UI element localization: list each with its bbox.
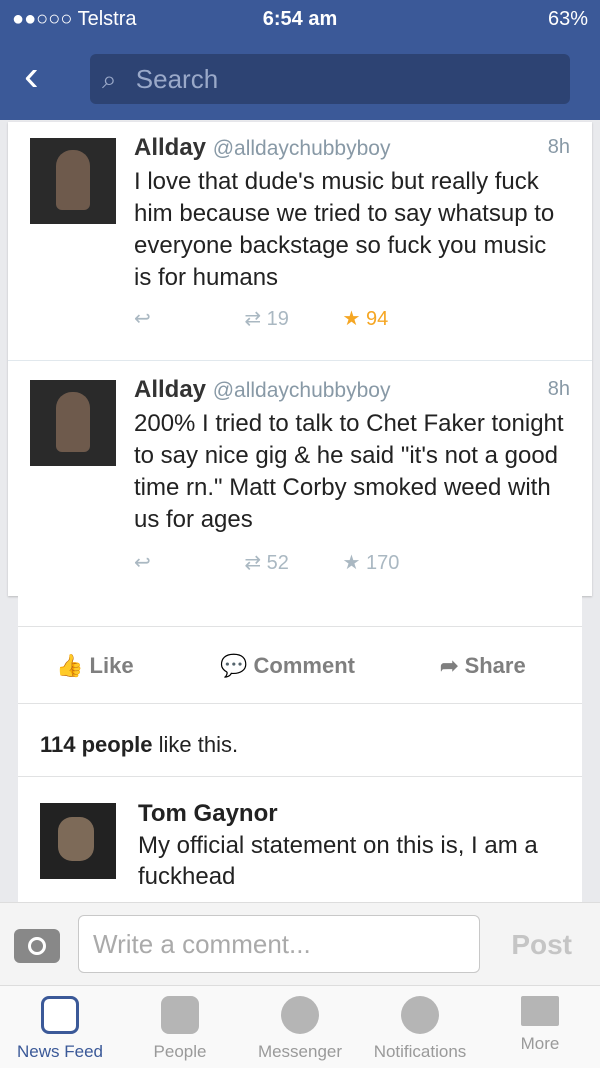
search-input[interactable]: ⌕ Search [90, 54, 570, 104]
menu-icon [521, 996, 559, 1026]
retweet-icon: ⇄ [244, 552, 262, 574]
favorite-star-icon: ★ [342, 308, 361, 330]
retweet-count: 52 [266, 552, 289, 574]
tab-label: People [153, 1042, 207, 1061]
navigation-bar: ‹ ⌕ Search [0, 40, 600, 120]
tab-people[interactable]: People [120, 996, 240, 1062]
tab-label: More [520, 1034, 560, 1053]
tab-notifications[interactable]: Notifications [360, 996, 480, 1062]
tab-label: Messenger [257, 1042, 343, 1061]
divider [18, 776, 582, 777]
battery-level: 63% [547, 8, 588, 30]
retweet-count: 19 [266, 308, 289, 330]
tab-messenger[interactable]: Messenger [240, 996, 360, 1062]
tab-more[interactable]: More [480, 996, 600, 1054]
tweet-time: 8h [547, 136, 570, 158]
clock: 6:54 am [262, 8, 338, 30]
like-count: 114 people [40, 732, 153, 757]
comment-button[interactable]: 💬 Comment [220, 653, 355, 679]
favorite-count: 170 [365, 552, 400, 574]
facebook-post-body: 👍 Like 💬 Comment ➦ Share 114 people like… [18, 596, 582, 916]
like-button[interactable]: 👍 Like [56, 653, 134, 679]
reply-icon: ↩ [134, 308, 151, 330]
thumbs-up-icon: 👍 [56, 653, 84, 678]
share-arrow-icon: ➦ [440, 653, 459, 678]
tweet-divider [8, 360, 592, 361]
tweet-name: Allday [134, 376, 207, 403]
avatar[interactable] [40, 803, 116, 879]
like-label: Like [89, 653, 134, 678]
tweet-text: 200% I tried to talk to Chet Faker tonig… [134, 410, 564, 533]
comment-input[interactable]: Write a comment... [78, 915, 480, 973]
tab-news-feed[interactable]: News Feed [0, 996, 120, 1062]
tweet-name: Allday [134, 134, 207, 161]
tweet-screenshot-card[interactable]: Allday @alldaychubbyboy 8h I love that d… [8, 122, 592, 596]
comment-composer: Write a comment... Post [0, 902, 600, 985]
comment-author[interactable]: Tom Gaynor [138, 800, 278, 828]
like-summary[interactable]: 114 people like this. [40, 732, 238, 758]
status-bar: ●●○○○ Telstra 6:54 am 63% [0, 0, 600, 40]
comment-text: My official statement on this is, I am a… [138, 832, 538, 890]
search-icon: ⌕ [102, 64, 117, 94]
comment-label: Comment [253, 653, 355, 678]
tweet-handle: @alldaychubbyboy [212, 379, 391, 402]
tweet-time: 8h [547, 378, 570, 400]
like-suffix: like this. [152, 732, 239, 757]
reply-icon: ↩ [134, 552, 151, 574]
news-feed-icon [41, 996, 79, 1034]
post-action-bar: 👍 Like 💬 Comment ➦ Share [18, 626, 582, 704]
globe-icon [401, 996, 439, 1034]
comment-placeholder: Write a comment... [93, 929, 311, 959]
share-button[interactable]: ➦ Share [440, 653, 526, 679]
search-placeholder: Search [135, 64, 219, 94]
comment-icon: 💬 [220, 653, 248, 678]
tweet-author: Allday @alldaychubbyboy [134, 376, 390, 404]
retweet-icon: ⇄ [244, 308, 262, 330]
favorite-count: 94 [365, 308, 389, 330]
favorite-star-icon: ★ [342, 552, 361, 574]
tweet-avatar [30, 138, 116, 224]
tab-bar: News Feed People Messenger Notifications… [0, 985, 600, 1068]
share-label: Share [464, 653, 526, 678]
tweet-actions: ↩ ⇄ 19 ★ 94 [134, 306, 388, 331]
tab-label: News Feed [17, 1042, 103, 1061]
back-arrow-icon[interactable]: ‹ [24, 54, 39, 98]
post-button[interactable]: Post [511, 929, 572, 961]
tweet-author: Allday @alldaychubbyboy [134, 134, 390, 162]
tweet-actions: ↩ ⇄ 52 ★ 170 [134, 550, 399, 575]
tweet-text: I love that dude's music but really fuck… [134, 168, 555, 291]
tweet-avatar [30, 380, 116, 466]
messenger-icon [281, 996, 319, 1034]
people-icon [161, 996, 199, 1034]
tab-label: Notifications [373, 1042, 467, 1061]
tweet-handle: @alldaychubbyboy [212, 137, 391, 160]
camera-icon[interactable] [14, 929, 60, 963]
